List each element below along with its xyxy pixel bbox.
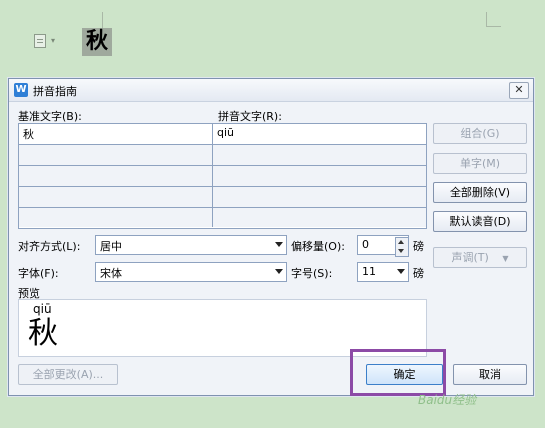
pinyin-text-cell[interactable] — [213, 208, 426, 227]
pinyin-text-cell[interactable] — [213, 187, 426, 208]
arrow-down-icon[interactable] — [398, 249, 404, 253]
base-text-cell[interactable] — [19, 166, 213, 187]
base-text-cell[interactable] — [19, 187, 213, 208]
font-value: 宋体 — [100, 267, 122, 280]
document-icon[interactable] — [34, 34, 46, 48]
close-icon[interactable]: ✕ — [509, 82, 529, 99]
chevron-down-icon[interactable]: ▾ — [51, 36, 55, 45]
base-text-label: 基准文字(B): — [18, 110, 82, 123]
pinyin-text-cell[interactable]: qiū — [213, 124, 426, 145]
wps-app-icon: W — [14, 83, 28, 97]
watermark: Baidu经验 — [418, 393, 477, 407]
chevron-down-icon: ▼ — [502, 254, 509, 263]
default-reading-button[interactable]: 默认读音(D) — [433, 211, 527, 232]
combine-button[interactable]: 组合(G) — [433, 123, 527, 144]
title-bar: W 拼音指南 ✕ — [9, 79, 533, 102]
alignment-label: 对齐方式(L): — [18, 240, 81, 253]
chevron-down-icon — [275, 242, 283, 247]
font-select[interactable]: 宋体 — [95, 262, 287, 282]
alignment-select[interactable]: 居中 — [95, 235, 287, 255]
page-margin-corner-right — [486, 12, 501, 27]
offset-value: 0 — [362, 238, 369, 251]
alignment-value: 居中 — [100, 240, 122, 253]
offset-unit: 磅 — [413, 240, 424, 253]
base-text-value: 秋 — [23, 128, 34, 141]
pinyin-text-value: qiū — [217, 126, 235, 139]
single-char-button[interactable]: 单字(M) — [433, 153, 527, 174]
pinyin-guide-dialog: W 拼音指南 ✕ 基准文字(B): 拼音文字(R): 秋 qiū 组合(G) 单… — [8, 78, 534, 396]
font-label: 字体(F): — [18, 267, 59, 280]
base-text-cell[interactable] — [19, 145, 213, 166]
size-unit: 磅 — [413, 267, 424, 280]
cancel-button[interactable]: 取消 — [453, 364, 527, 385]
chevron-down-icon — [397, 269, 405, 274]
selected-character[interactable]: 秋 — [82, 28, 113, 56]
chevron-down-icon — [275, 269, 283, 274]
base-text-cell[interactable] — [19, 208, 213, 227]
offset-stepper[interactable] — [395, 237, 409, 257]
ok-button-highlight-annotation — [350, 349, 446, 396]
size-select[interactable]: 11 — [357, 262, 409, 282]
offset-label: 偏移量(O): — [291, 240, 345, 253]
delete-all-button[interactable]: 全部删除(V) — [433, 182, 527, 203]
change-all-button[interactable]: 全部更改(A)... — [18, 364, 118, 385]
tone-button[interactable]: 声调(T) ▼ — [433, 247, 527, 268]
base-text-cell[interactable]: 秋 — [19, 124, 213, 145]
preview-pinyin: qiū — [33, 302, 52, 316]
size-label: 字号(S): — [291, 267, 333, 280]
tone-button-label: 声调(T) — [451, 251, 489, 264]
pinyin-text-cell[interactable] — [213, 166, 426, 187]
dialog-title: 拼音指南 — [33, 85, 77, 98]
size-value: 11 — [362, 265, 376, 278]
arrow-up-icon[interactable] — [398, 240, 404, 244]
pinyin-text-label: 拼音文字(R): — [218, 110, 282, 123]
pinyin-text-cell[interactable] — [213, 145, 426, 166]
preview-character: 秋 — [28, 316, 58, 351]
pinyin-grid: 秋 qiū — [18, 123, 427, 229]
